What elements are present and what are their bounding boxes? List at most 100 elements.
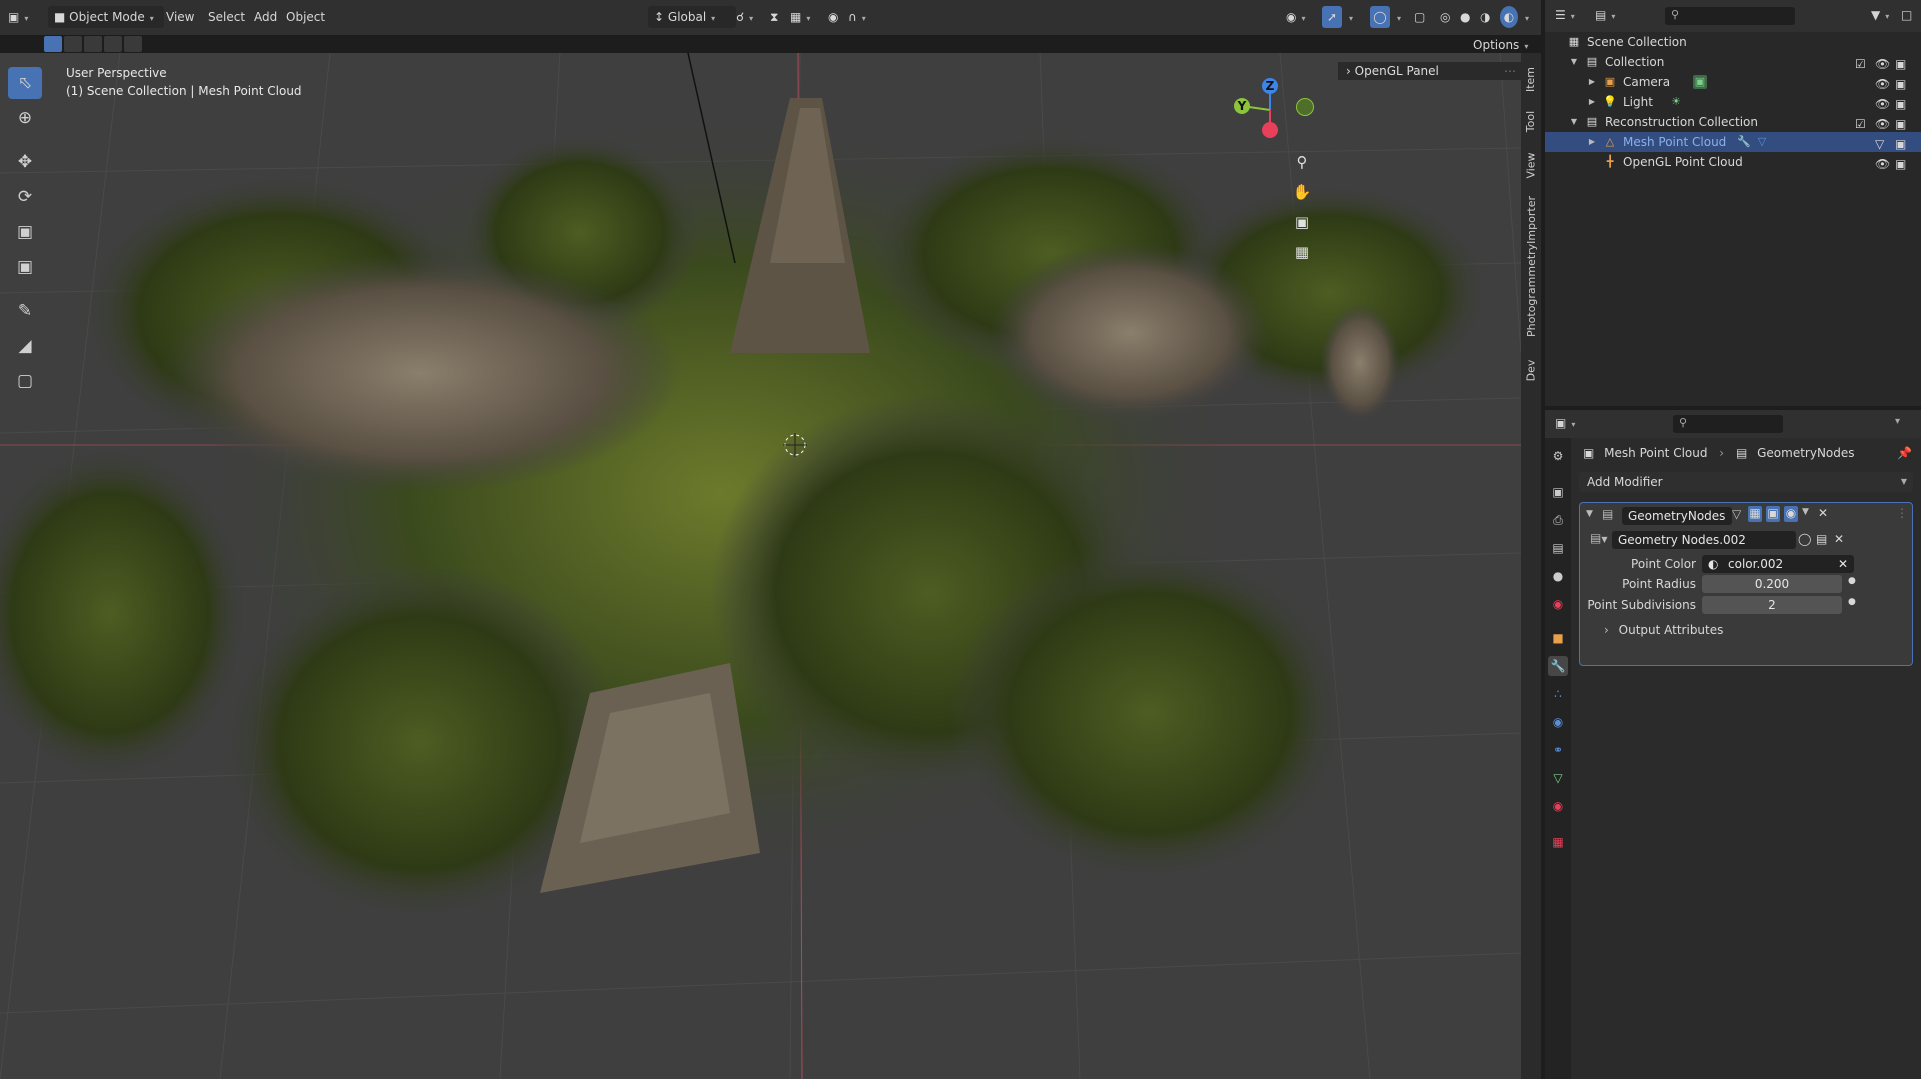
- chevron-down-icon[interactable]: ▾: [1895, 416, 1900, 427]
- pivot-point-icon[interactable]: ☌ ▾: [736, 6, 753, 28]
- pan-hand-icon[interactable]: ✋: [1287, 177, 1317, 207]
- add-modifier-button[interactable]: Add Modifier ▼: [1579, 472, 1913, 492]
- point-radius-field[interactable]: 0.200: [1702, 575, 1842, 593]
- checkbox-icon[interactable]: ☑: [1855, 54, 1866, 74]
- xray-icon[interactable]: ▢: [1414, 6, 1425, 28]
- modifier-menu-icon[interactable]: ▼: [1802, 507, 1809, 517]
- tab-view[interactable]: View: [1521, 145, 1541, 185]
- output-attributes-subpanel[interactable]: › Output Attributes: [1604, 623, 1723, 637]
- outliner-search-input[interactable]: ⚲: [1665, 7, 1795, 25]
- eye-icon[interactable]: 👁: [1875, 94, 1890, 114]
- measure-tool-icon[interactable]: ◢: [8, 330, 42, 362]
- chevron-down-icon[interactable]: ▼: [1567, 115, 1581, 129]
- rotate-tool-icon[interactable]: ⟳: [8, 181, 42, 213]
- overlay-toggle-icon[interactable]: ◯: [1370, 6, 1390, 28]
- menu-view[interactable]: View: [160, 6, 200, 28]
- neg-y-axis-icon[interactable]: [1296, 98, 1314, 116]
- node-group-field[interactable]: Geometry Nodes.002: [1612, 531, 1796, 549]
- checkbox-icon[interactable]: ☑: [1855, 114, 1866, 134]
- mode-dropdown[interactable]: ■ Object Mode ▾: [48, 6, 164, 28]
- render-camera-icon[interactable]: ▣: [1895, 154, 1906, 174]
- select-invert-icon[interactable]: [104, 36, 122, 52]
- render-tab-icon[interactable]: ▣: [1548, 482, 1568, 502]
- material-tab-icon[interactable]: ◉: [1548, 796, 1568, 816]
- viewport-display-icon[interactable]: ▣: [1766, 506, 1780, 522]
- annotate-tool-icon[interactable]: ✎: [8, 295, 42, 327]
- scale-tool-icon[interactable]: ▣: [8, 216, 42, 248]
- eye-icon[interactable]: 👁: [1875, 74, 1890, 94]
- zoom-icon[interactable]: ⚲: [1287, 147, 1317, 177]
- tab-photogrammetry-importer[interactable]: PhotogrammetryImporter: [1521, 191, 1541, 341]
- move-tool-icon[interactable]: ✥: [8, 146, 42, 178]
- material-shading-icon[interactable]: ◑: [1480, 6, 1490, 28]
- world-tab-icon[interactable]: ◉: [1548, 594, 1568, 614]
- fake-user-icon[interactable]: ◯: [1798, 532, 1811, 546]
- constraints-tab-icon[interactable]: ⚭: [1548, 740, 1568, 760]
- unlink-icon[interactable]: ✕: [1834, 532, 1844, 546]
- navigation-gizmo[interactable]: Z Y: [1230, 70, 1314, 150]
- render-camera-icon[interactable]: ▣: [1895, 94, 1906, 114]
- scene-tab-icon[interactable]: ●: [1548, 566, 1568, 586]
- editor-type-button[interactable]: ▣ ▾: [8, 6, 38, 28]
- select-intersect-icon[interactable]: [124, 36, 142, 52]
- properties-editor-type-icon[interactable]: ▣ ▾: [1555, 416, 1575, 430]
- chevron-right-icon[interactable]: ▶: [1585, 135, 1599, 149]
- edit-mode-icon[interactable]: ▽: [1732, 507, 1741, 521]
- object-tab-icon[interactable]: ■: [1548, 628, 1568, 648]
- modifier-tab-icon[interactable]: 🔧: [1548, 656, 1568, 676]
- render-camera-icon[interactable]: ▣: [1895, 114, 1906, 134]
- drag-handle-icon[interactable]: ⋯: [1504, 62, 1516, 80]
- opengl-panel-header[interactable]: › OpenGL Panel ⋯: [1338, 62, 1526, 80]
- proportional-edit-icon[interactable]: ◉: [828, 6, 838, 28]
- physics-tab-icon[interactable]: ◉: [1548, 712, 1568, 732]
- drag-handle-icon[interactable]: ⋮: [1896, 506, 1908, 520]
- transform-orientation-dropdown[interactable]: ↕ Global ▾: [648, 6, 736, 28]
- ortho-grid-icon[interactable]: ▦: [1287, 237, 1317, 267]
- particles-tab-icon[interactable]: ∴: [1548, 684, 1568, 704]
- falloff-icon[interactable]: ∩ ▾: [848, 6, 866, 28]
- menu-add[interactable]: Add: [248, 6, 283, 28]
- close-icon[interactable]: ✕: [1838, 555, 1848, 573]
- properties-search-input[interactable]: ⚲: [1673, 415, 1783, 433]
- chevron-down-icon[interactable]: ▼: [1586, 509, 1593, 519]
- camera-view-icon[interactable]: ▣: [1287, 207, 1317, 237]
- shading-dropdown-icon[interactable]: ▾: [1520, 6, 1529, 28]
- point-color-field[interactable]: ◐ color.002 ✕: [1702, 555, 1854, 573]
- close-icon[interactable]: ✕: [1818, 506, 1828, 520]
- view-layer-tab-icon[interactable]: ▤: [1548, 538, 1568, 558]
- chevron-right-icon[interactable]: ▶: [1585, 95, 1599, 109]
- tab-item[interactable]: Item: [1521, 61, 1541, 97]
- data-tab-icon[interactable]: ▽: [1548, 768, 1568, 788]
- display-mode-icon[interactable]: ▤ ▾: [1595, 8, 1615, 22]
- keyframe-dot-icon[interactable]: ●: [1848, 597, 1856, 607]
- duplicate-icon[interactable]: ▤: [1816, 532, 1827, 546]
- outliner-row-scene-collection[interactable]: ▦ Scene Collection: [1545, 32, 1921, 52]
- select-new-icon[interactable]: [44, 36, 62, 52]
- eye-icon[interactable]: 👁: [1875, 154, 1890, 174]
- chevron-right-icon[interactable]: ▶: [1585, 75, 1599, 89]
- 3d-viewport[interactable]: [0, 53, 1521, 1079]
- menu-object[interactable]: Object: [280, 6, 331, 28]
- render-camera-icon[interactable]: ▣: [1895, 74, 1906, 94]
- chevron-down-icon[interactable]: ▼: [1567, 55, 1581, 69]
- outliner-row-mesh-point-cloud[interactable]: ▶ △ Mesh Point Cloud 🔧 ▽ ▽ ▣: [1545, 132, 1921, 152]
- render-display-icon[interactable]: ◉: [1784, 506, 1798, 522]
- tool-tab-icon[interactable]: ⚙: [1548, 446, 1568, 466]
- render-camera-icon[interactable]: ▣: [1895, 54, 1906, 74]
- pin-icon[interactable]: 📌: [1897, 446, 1912, 460]
- point-subdivisions-field[interactable]: 2: [1702, 596, 1842, 614]
- select-box-tool-icon[interactable]: ⬁: [8, 67, 42, 99]
- visibility-icon[interactable]: ◉ ▾: [1286, 6, 1306, 28]
- render-camera-icon[interactable]: ▣: [1895, 134, 1906, 154]
- output-tab-icon[interactable]: ⎙: [1548, 510, 1568, 530]
- snap-icon[interactable]: ⧗: [770, 6, 778, 28]
- transform-tool-icon[interactable]: ▣: [8, 251, 42, 283]
- outliner-editor-type-icon[interactable]: ☰ ▾: [1555, 8, 1575, 22]
- cage-icon[interactable]: ▦: [1748, 506, 1762, 522]
- gizmo-toggle-icon[interactable]: ➚: [1322, 6, 1342, 28]
- filter-icon[interactable]: ▼ ▾: [1871, 8, 1889, 22]
- overlay-dropdown-icon[interactable]: ▾: [1392, 6, 1401, 28]
- new-collection-icon[interactable]: □: [1901, 8, 1912, 22]
- solid-shading-icon[interactable]: ●: [1460, 6, 1470, 28]
- gizmo-dropdown-icon[interactable]: ▾: [1344, 6, 1353, 28]
